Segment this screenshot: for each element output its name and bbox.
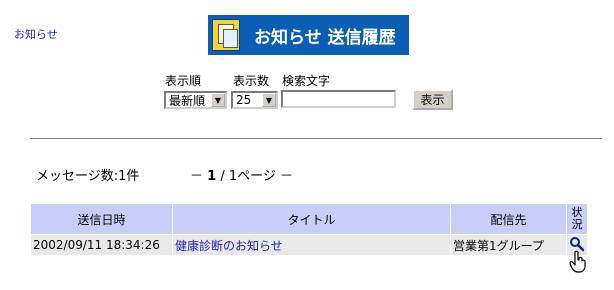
header-destination: 配信先 <box>451 204 566 234</box>
show-button[interactable]: 表示 <box>412 89 453 110</box>
order-select[interactable]: 最新順 ▼ <box>164 91 227 109</box>
header-status: 状況 <box>567 204 587 234</box>
hand-cursor-icon <box>569 250 586 273</box>
order-label: 表示順 <box>165 74 202 88</box>
pager-prefix: － <box>190 169 204 184</box>
header-status-text: 状況 <box>571 206 583 231</box>
divider <box>30 138 602 140</box>
chevron-down-icon[interactable]: ▼ <box>211 93 225 107</box>
notice-nav-link[interactable]: お知らせ <box>14 26 58 42</box>
search-input[interactable] <box>281 90 396 108</box>
header-sent-at: 送信日時 <box>31 204 172 234</box>
count-select[interactable]: 25 ▼ <box>231 91 278 109</box>
search-label: 検索文字 <box>282 74 331 88</box>
history-table: 送信日時 タイトル 配信先 状況 2002/09/11 18:34:26 健康診… <box>30 203 588 256</box>
current-page: 1 <box>207 169 217 184</box>
pager: － 1 / 1ページ － <box>190 165 293 184</box>
page-title: お知らせ 送信履歴 <box>254 27 396 48</box>
pager-total: / 1ページ － <box>216 169 293 184</box>
notice-board-icon <box>212 19 240 51</box>
count-label: 表示数 <box>233 74 270 88</box>
page-banner: お知らせ 送信履歴 <box>208 15 409 55</box>
table-row: 2002/09/11 18:34:26 健康診断のお知らせ 営業第1グループ <box>31 235 587 255</box>
count-select-value: 25 <box>236 93 252 107</box>
table-header-row: 送信日時 タイトル 配信先 状況 <box>31 204 587 234</box>
row-title-link[interactable]: 健康診断のお知らせ <box>173 235 450 255</box>
message-count: メッセージ数:1件 <box>36 169 140 184</box>
row-sent-at: 2002/09/11 18:34:26 <box>31 235 172 255</box>
header-title: タイトル <box>173 204 450 234</box>
chevron-down-icon[interactable]: ▼ <box>262 93 276 107</box>
order-select-value: 最新順 <box>169 93 206 108</box>
row-destination: 営業第1グループ <box>451 235 566 255</box>
